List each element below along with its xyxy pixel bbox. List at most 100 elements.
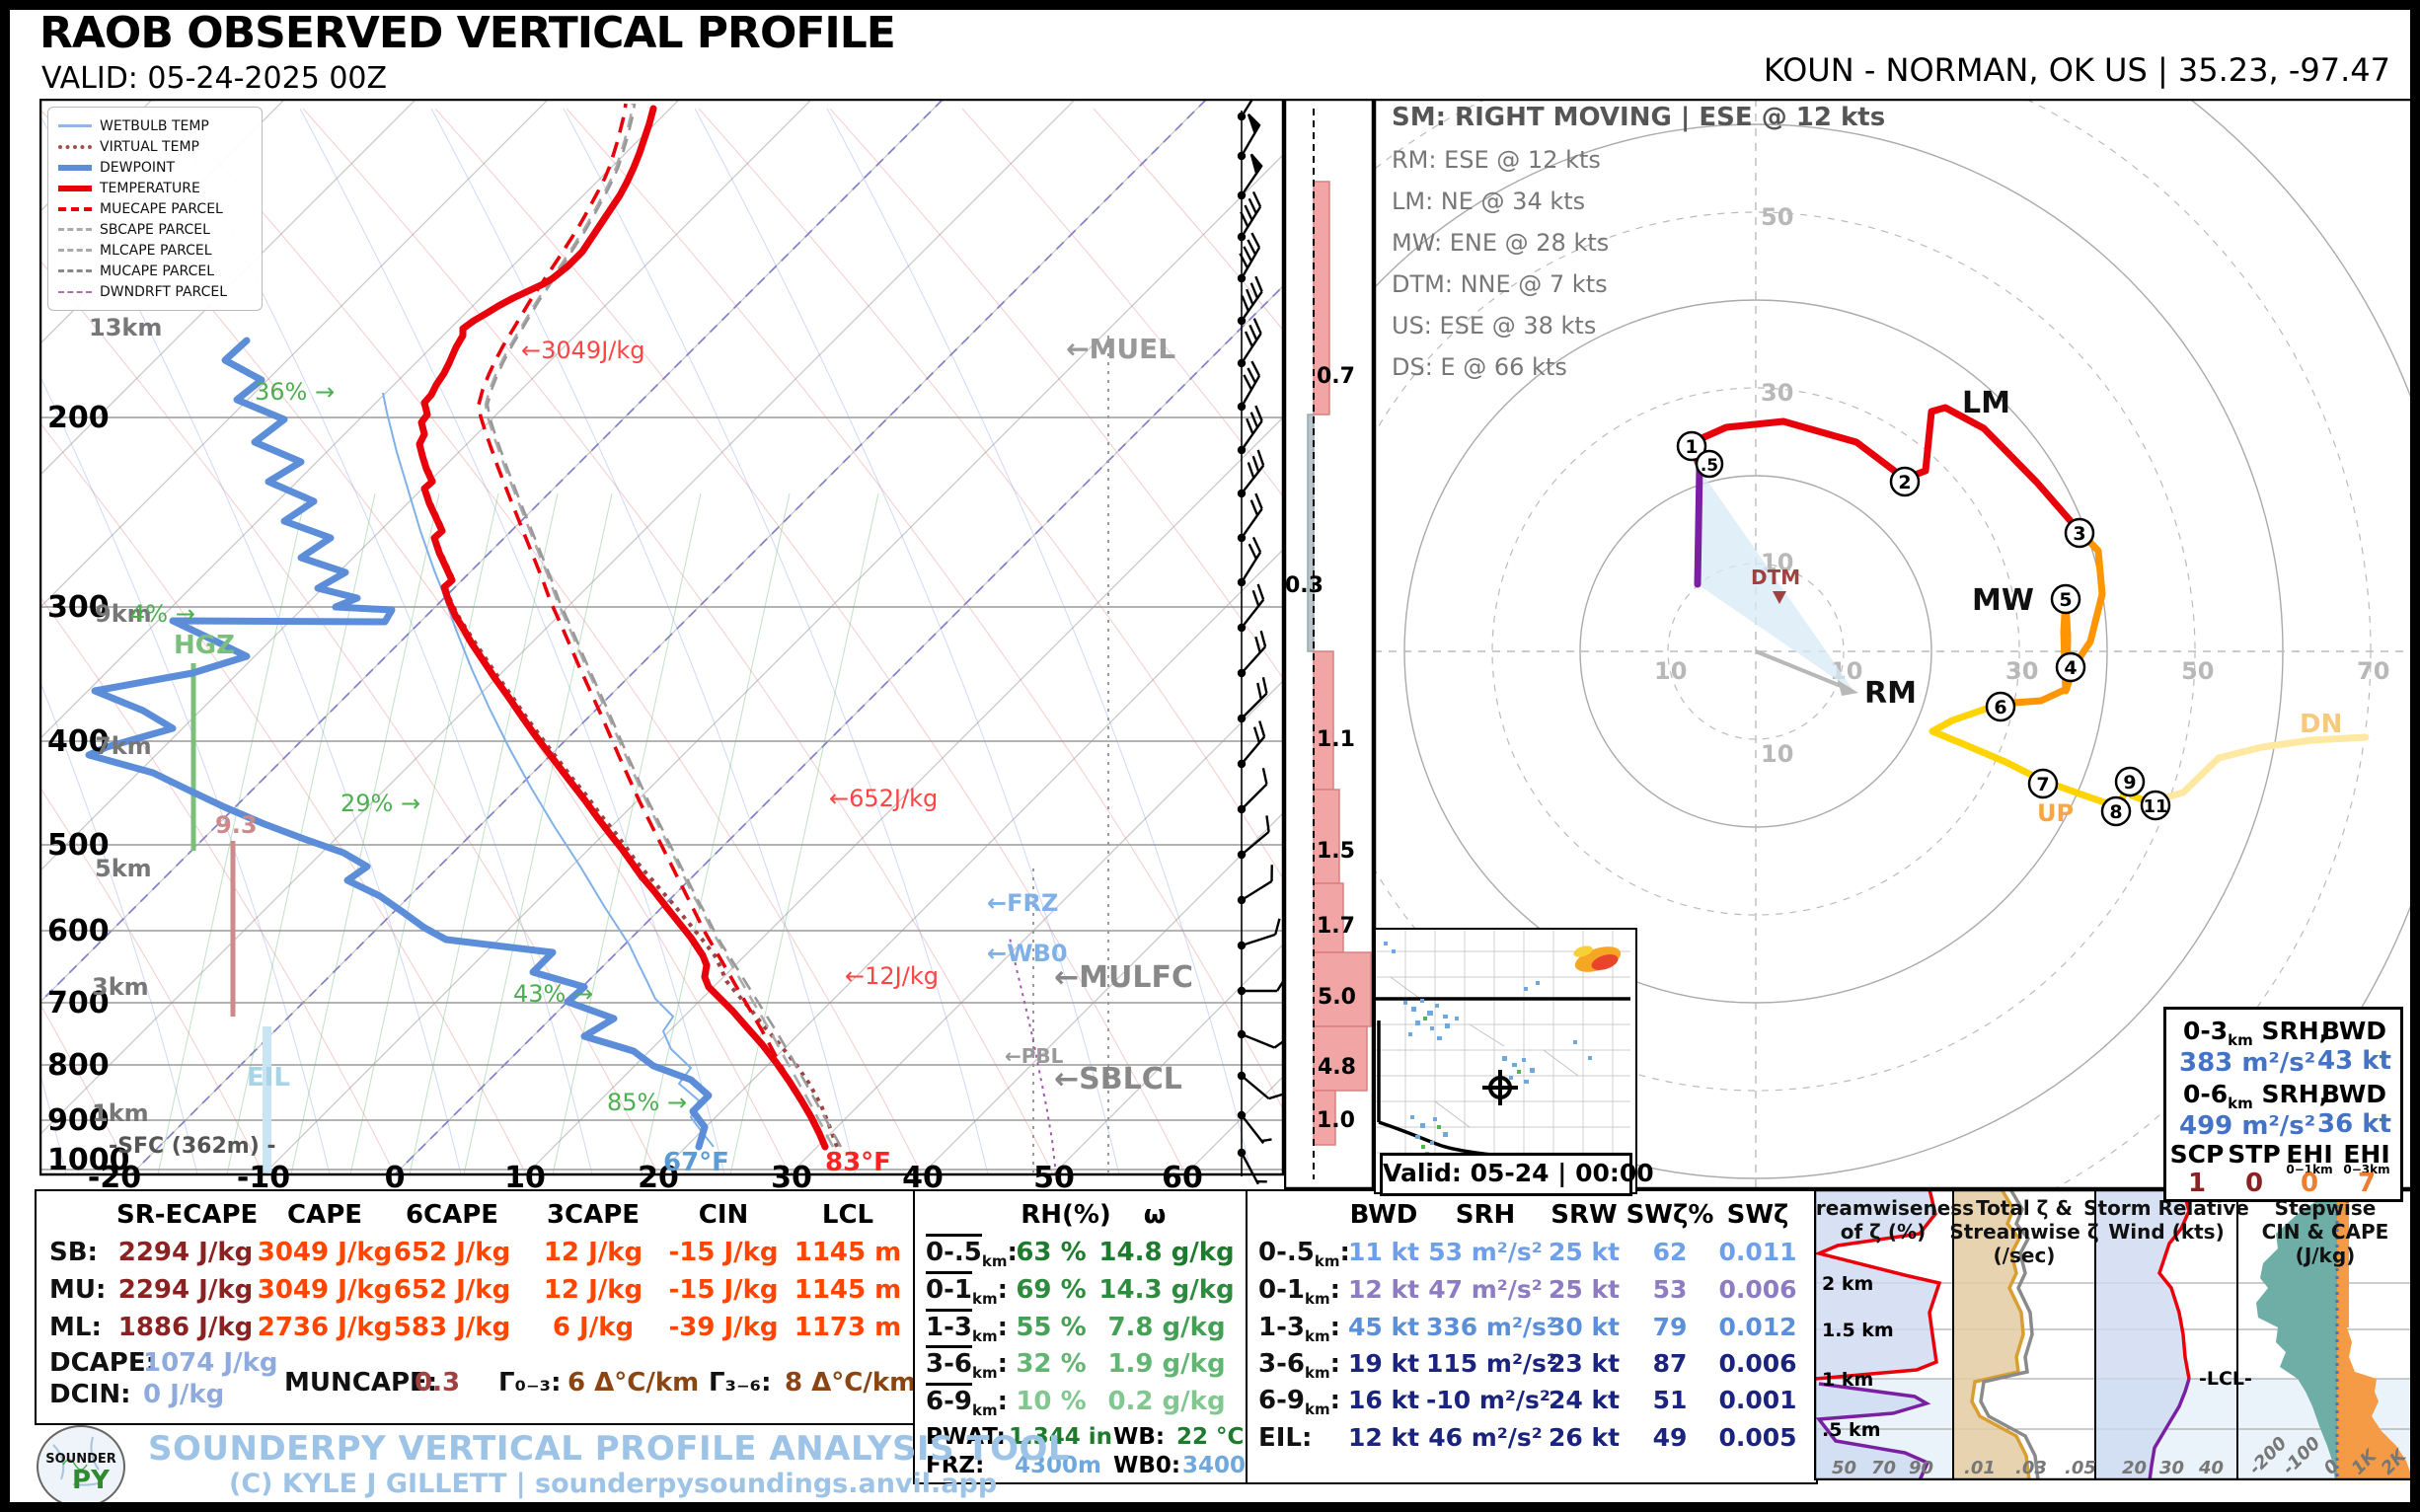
- omega-value: 1.9 g/kg: [1097, 1349, 1236, 1379]
- swzeta-value: 0.006: [1699, 1275, 1817, 1304]
- panel-xtick: 20: [2122, 1458, 2147, 1478]
- legend-label: DWNDRFT PARCEL: [100, 284, 227, 300]
- layer-label: 3-6km:: [926, 1349, 1008, 1382]
- sounderpy-analysis-page: RAOB OBSERVED VERTICAL PROFILE VALID: 05…: [0, 0, 2420, 1512]
- omega-value: 14.3 g/kg: [1097, 1275, 1236, 1305]
- rh-value: 10 %: [997, 1387, 1105, 1416]
- panel-title: (/sec): [1994, 1244, 2056, 1267]
- mini-profile-panels: Streamwiseness of ζ (%) Total ζ & Stream…: [1814, 1189, 2413, 1480]
- dwndrft-legend-line: [58, 291, 92, 293]
- page-title: RAOB OBSERVED VERTICAL PROFILE: [39, 8, 895, 58]
- height-label-5km: 5km: [95, 855, 152, 882]
- ring-label: 30: [2005, 657, 2038, 685]
- panel-xtick: 30: [2159, 1458, 2184, 1478]
- bwd-value: 12 kt: [1324, 1275, 1443, 1304]
- ring-label: 10: [1654, 657, 1687, 685]
- panel-title: Total ζ &: [1976, 1196, 2073, 1220]
- pressure-tick: 600: [47, 914, 110, 948]
- dtm-line: DTM: NNE @ 7 kts: [1392, 270, 1885, 298]
- panel-ylabel: 1 km: [1822, 1369, 1873, 1391]
- swzeta-value: 0.001: [1699, 1386, 1817, 1414]
- rh-label-43: 43% →: [513, 980, 593, 1008]
- dn-label: DN: [2300, 710, 2342, 739]
- column-bar: [1308, 415, 1314, 651]
- ml-6cape: 583 J/kg: [383, 1313, 521, 1342]
- dcape-value: 1074 J/kg: [143, 1348, 278, 1378]
- sfc-temp-label: 83°F: [825, 1148, 891, 1177]
- wb-label: WB:: [1113, 1424, 1165, 1450]
- col-header: BWD: [1324, 1200, 1443, 1230]
- svg-text:6: 6: [1994, 697, 2006, 718]
- panel-ylabel: 2 km: [1822, 1273, 1873, 1295]
- panel-title: CIN & CAPE: [2262, 1220, 2389, 1244]
- mu-6cape: 652 J/kg: [383, 1275, 521, 1305]
- column-value: 0.3: [1285, 573, 1323, 598]
- panel-title: Streamwise ζ: [1949, 1220, 2098, 1244]
- mu-cin: -15 J/kg: [654, 1275, 793, 1305]
- legend-label: MLCAPE PARCEL: [100, 243, 212, 259]
- layer-label: EIL:: [1258, 1423, 1312, 1456]
- wb0-label: ←WB0: [987, 940, 1068, 967]
- svg-text:11: 11: [2143, 796, 2167, 817]
- lapse-3-6-value: 8 Δ°C/km: [785, 1368, 916, 1398]
- sb-cin: -15 J/kg: [654, 1238, 793, 1267]
- mucape-legend-line: [58, 269, 92, 272]
- bwd-label-2: BWD: [2321, 1080, 2386, 1108]
- mw-line: MW: ENE @ 28 kts: [1392, 229, 1885, 257]
- stp-header: STP: [2227, 1140, 2282, 1169]
- rh-label-4: 4% →: [130, 600, 195, 628]
- legend-label: MUCAPE PARCEL: [100, 264, 214, 279]
- credit-line-2: (C) KYLE J GILLETT | sounderpysoundings.…: [229, 1469, 997, 1499]
- svg-text:9: 9: [2123, 772, 2136, 794]
- radar-echoes-green: [1421, 1017, 1521, 1149]
- location-crosshair-icon: [1482, 1070, 1518, 1105]
- dewpoint-legend-line: [58, 165, 92, 171]
- skewt-legend: WETBULB TEMP VIRTUAL TEMP DEWPOINT TEMPE…: [47, 107, 263, 311]
- layer-label: 1-3km:: [926, 1313, 1008, 1345]
- lapse-label: 9.3: [215, 811, 258, 839]
- hgz-label: HGZ: [174, 631, 235, 660]
- rh-value: 63 %: [997, 1238, 1105, 1267]
- rh-value: 32 %: [997, 1349, 1105, 1379]
- svg-text:5: 5: [2059, 589, 2072, 611]
- cape-12-label: ←12J/kg: [845, 962, 939, 990]
- ds-line: DS: E @ 66 kts: [1392, 353, 1885, 381]
- column-value: 4.8: [1318, 1055, 1356, 1080]
- column-value: 1.0: [1317, 1108, 1355, 1133]
- svg-text:1: 1: [1685, 436, 1698, 458]
- ml-cape: 2736 J/kg: [256, 1313, 394, 1342]
- sb-cape: 3049 J/kg: [256, 1238, 394, 1267]
- height-label-3km: 3km: [92, 973, 149, 1001]
- bwd-value: 45 kt: [1324, 1313, 1443, 1341]
- muel-label: ←MUEL: [1066, 333, 1175, 365]
- panel-xtick: 90: [1909, 1458, 1933, 1478]
- logo-text-py: PY: [72, 1466, 111, 1495]
- omega-value: 14.8 g/kg: [1097, 1238, 1236, 1267]
- mu-cape: 3049 J/kg: [256, 1275, 394, 1305]
- col-header: SWζ: [1699, 1200, 1817, 1230]
- eil-label: EIL: [247, 1063, 290, 1093]
- ml-srecape: 1886 J/kg: [116, 1313, 255, 1342]
- row-label: SB:: [49, 1238, 98, 1267]
- swzeta-value: 0.005: [1699, 1423, 1817, 1452]
- legend-label: WETBULB TEMP: [100, 118, 209, 134]
- muecape-legend-line: [58, 207, 92, 211]
- wb-value: 22 °C: [1176, 1424, 1244, 1450]
- svg-text:7: 7: [2036, 774, 2049, 795]
- us-line: US: ESE @ 38 kts: [1392, 312, 1885, 340]
- ring-label: 70: [2357, 657, 2389, 685]
- rm-label: RM: [1864, 676, 1917, 711]
- hodo-trace-0-500m: [1698, 467, 1700, 584]
- panel-title: Wind (kts): [2108, 1220, 2224, 1244]
- srh-0-3-value: 383 m²/s²: [2179, 1048, 2315, 1078]
- sounderpy-logo: SOUNDER PY: [34, 1425, 128, 1508]
- layer-label: 6-9km:: [926, 1387, 1008, 1419]
- swzeta-value: 0.006: [1699, 1349, 1817, 1378]
- sfc-label: -SFC (362m) -: [109, 1134, 276, 1159]
- height-label-13km: 13km: [89, 314, 162, 341]
- ring-label: 10: [1761, 740, 1793, 768]
- panel-ylabel: 1.5 km: [1822, 1320, 1894, 1341]
- bwd-0-6-value: 36 kt: [2317, 1109, 2391, 1139]
- mu-3cape: 12 J/kg: [524, 1275, 662, 1305]
- svg-text:4: 4: [2064, 657, 2077, 679]
